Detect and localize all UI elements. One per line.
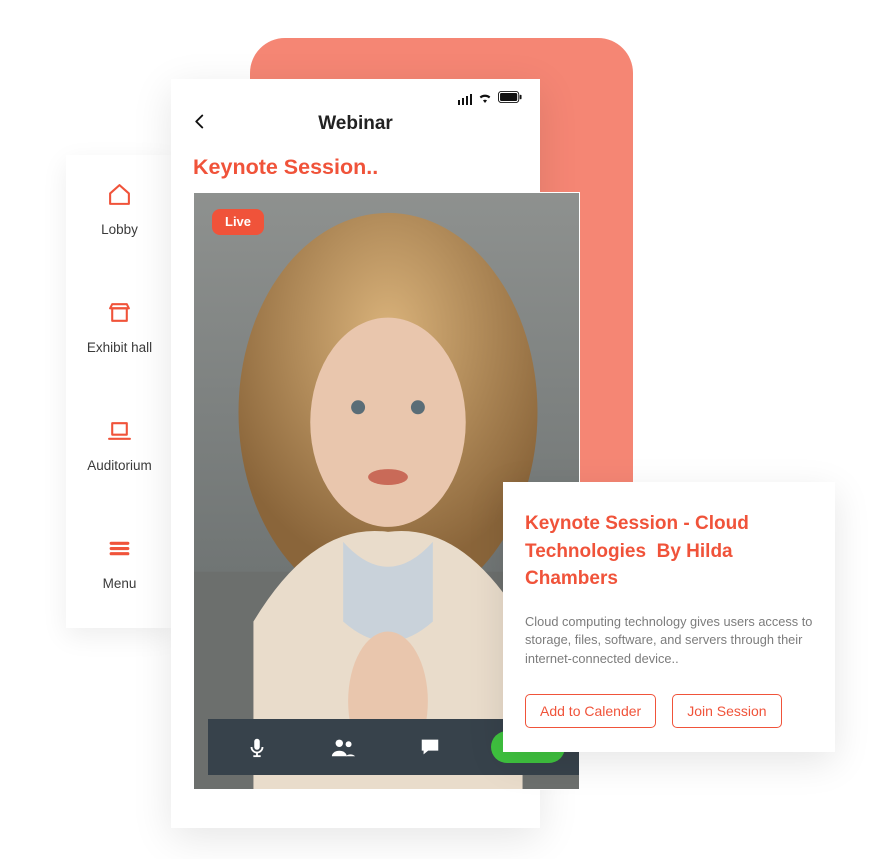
sidebar-item-exhibit-hall[interactable]: Exhibit hall	[66, 292, 173, 363]
add-to-calendar-button[interactable]: Add to Calender	[525, 694, 656, 728]
sidebar-item-auditorium[interactable]: Auditorium	[66, 410, 173, 481]
back-button[interactable]	[191, 113, 209, 136]
mic-button[interactable]	[232, 727, 282, 767]
detail-title: Keynote Session - Cloud Technologies By …	[525, 510, 813, 593]
participants-button[interactable]	[318, 727, 368, 767]
detail-actions: Add to Calender Join Session	[525, 694, 813, 728]
storefront-icon	[107, 300, 132, 330]
status-bar	[171, 79, 540, 101]
phone-mockup: Webinar Keynote Session.. Live	[171, 79, 540, 828]
sidebar-item-lobby[interactable]: Lobby	[66, 174, 173, 245]
home-icon	[107, 182, 132, 212]
detail-description: Cloud computing technology gives users a…	[525, 613, 813, 669]
sidebar: Lobby Exhibit hall Auditorium Menu	[66, 155, 173, 628]
sidebar-item-label: Exhibit hall	[87, 340, 152, 355]
mobile-header: Webinar	[171, 101, 540, 147]
sidebar-item-label: Lobby	[101, 222, 138, 237]
sidebar-item-label: Menu	[103, 576, 137, 591]
live-badge: Live	[212, 209, 264, 235]
menu-icon	[107, 536, 132, 566]
join-session-button[interactable]: Join Session	[672, 694, 781, 728]
sidebar-item-label: Auditorium	[87, 458, 152, 473]
chat-button[interactable]	[405, 727, 455, 767]
session-heading: Keynote Session..	[171, 147, 540, 192]
page-title: Webinar	[318, 113, 393, 135]
sidebar-item-menu[interactable]: Menu	[66, 528, 173, 599]
session-detail-card: Keynote Session - Cloud Technologies By …	[503, 482, 835, 752]
laptop-icon	[107, 418, 132, 448]
